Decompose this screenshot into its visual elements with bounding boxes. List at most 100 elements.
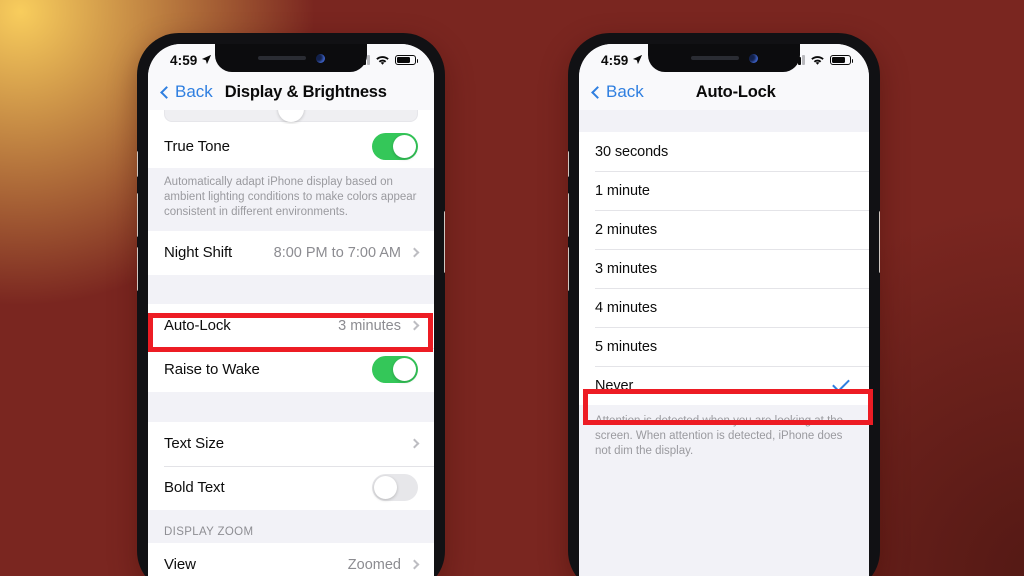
nav-bar-left: Back Display & Brightness [148,74,434,110]
option-label: 3 minutes [595,260,657,277]
volume-down-button[interactable] [568,247,569,291]
power-button[interactable] [879,211,880,273]
autolock-raise-group: Auto-Lock 3 minutes Raise to Wake [148,303,434,392]
true-tone-group: True Tone [148,124,434,168]
screenshot-stage: 4:59 Back Display & Brightness True Tone… [0,0,1024,576]
row-right: 8:00 PM to 7:00 AM [273,244,420,261]
display-zoom-header: DISPLAY ZOOM [148,509,434,543]
brightness-slider-row[interactable] [148,110,434,124]
row-value: 8:00 PM to 7:00 AM [273,244,401,261]
page-title-left: Display & Brightness [224,82,387,101]
iphone-left-device: 4:59 Back Display & Brightness True Tone… [137,33,445,576]
row-right [409,438,420,449]
option-1-minute[interactable]: 1 minute [579,171,869,210]
row-value: Zoomed [347,556,401,573]
row-label: Auto-Lock [164,317,231,335]
row-right: Zoomed [347,556,420,573]
option-30-seconds[interactable]: 30 seconds [579,132,869,171]
chevron-right-icon [409,559,420,570]
row-label: Text Size [164,435,224,453]
autolock-option-list[interactable]: 30 seconds 1 minute 2 minutes 3 minutes … [579,110,869,576]
battery-icon [395,54,419,66]
list-top-spacer [579,110,869,132]
front-camera-icon [748,53,758,63]
option-label: Never [595,377,634,394]
wifi-icon [376,55,389,65]
iphone-left-screen: 4:59 Back Display & Brightness True Tone… [148,44,434,576]
true-tone-toggle[interactable] [372,132,418,160]
notch [215,44,367,72]
bold-text-toggle[interactable] [372,474,418,502]
location-arrow-icon [202,54,212,65]
row-true-tone[interactable]: True Tone [148,124,434,168]
status-time: 4:59 [601,52,629,68]
group-spacer [148,391,434,422]
notch [648,44,800,72]
volume-up-button[interactable] [137,193,138,237]
power-button[interactable] [444,211,445,273]
text-group: Text Size Bold Text [148,421,434,510]
true-tone-footnote: Automatically adapt iPhone display based… [148,168,434,231]
row-view[interactable]: View Zoomed [148,542,434,576]
iphone-right-screen: 4:59 Back Auto-Lock 30 seconds 1 minute … [579,44,869,576]
back-label: Back [606,82,644,101]
checkmark-icon [832,374,850,393]
toggle-knob [374,476,397,500]
row-value: 3 minutes [338,317,401,334]
toggle-knob [393,134,416,158]
status-left-group: 4:59 [601,53,643,68]
page-title-right: Auto-Lock [695,82,776,101]
mute-switch[interactable] [568,151,569,177]
option-label: 4 minutes [595,299,657,316]
back-button-left[interactable]: Back [160,82,213,102]
nav-bar-right: Back Auto-Lock [579,74,869,110]
row-right: 3 minutes [338,317,420,334]
earpiece-speaker-icon [690,56,739,60]
chevron-right-icon [409,247,420,258]
mute-switch[interactable] [137,151,138,177]
row-label: True Tone [164,137,230,155]
row-label: Raise to Wake [164,361,260,379]
raise-to-wake-toggle[interactable] [372,356,418,384]
option-3-minutes[interactable]: 3 minutes [579,249,869,288]
volume-down-button[interactable] [137,247,138,291]
settings-list-left[interactable]: True Tone Automatically adapt iPhone dis… [148,110,434,576]
option-never[interactable]: Never [579,366,869,405]
wifi-icon [811,55,824,65]
option-label: 30 seconds [595,143,669,160]
row-night-shift[interactable]: Night Shift 8:00 PM to 7:00 AM [148,230,434,275]
front-camera-icon [315,53,325,63]
option-2-minutes[interactable]: 2 minutes [579,210,869,249]
chevron-right-icon [409,320,420,331]
back-label: Back [175,82,213,101]
night-shift-group: Night Shift 8:00 PM to 7:00 AM [148,230,434,275]
attention-footnote: Attention is detected when you are looki… [579,405,869,470]
location-arrow-icon [633,54,643,65]
row-label: Bold Text [164,479,225,497]
earpiece-speaker-icon [257,56,306,60]
status-time: 4:59 [170,52,198,68]
row-bold-text[interactable]: Bold Text [148,465,434,510]
row-label: Night Shift [164,244,233,262]
iphone-right-device: 4:59 Back Auto-Lock 30 seconds 1 minute … [568,33,880,576]
row-text-size[interactable]: Text Size [148,421,434,466]
back-button-right[interactable]: Back [591,82,644,102]
row-label: View [164,556,196,574]
autolock-options-group: 30 seconds 1 minute 2 minutes 3 minutes … [579,132,869,405]
option-label: 5 minutes [595,338,657,355]
display-zoom-group: View Zoomed [148,542,434,576]
status-left-group: 4:59 [170,53,212,68]
chevron-right-icon [409,438,420,449]
option-label: 2 minutes [595,221,657,238]
group-spacer [148,274,434,304]
row-raise-to-wake[interactable]: Raise to Wake [148,347,434,392]
battery-icon [830,54,854,66]
chevron-left-icon [591,85,604,99]
chevron-left-icon [160,85,173,99]
volume-up-button[interactable] [568,193,569,237]
option-4-minutes[interactable]: 4 minutes [579,288,869,327]
toggle-knob [393,358,416,382]
row-auto-lock[interactable]: Auto-Lock 3 minutes [148,303,434,348]
option-5-minutes[interactable]: 5 minutes [579,327,869,366]
option-label: 1 minute [595,182,650,199]
